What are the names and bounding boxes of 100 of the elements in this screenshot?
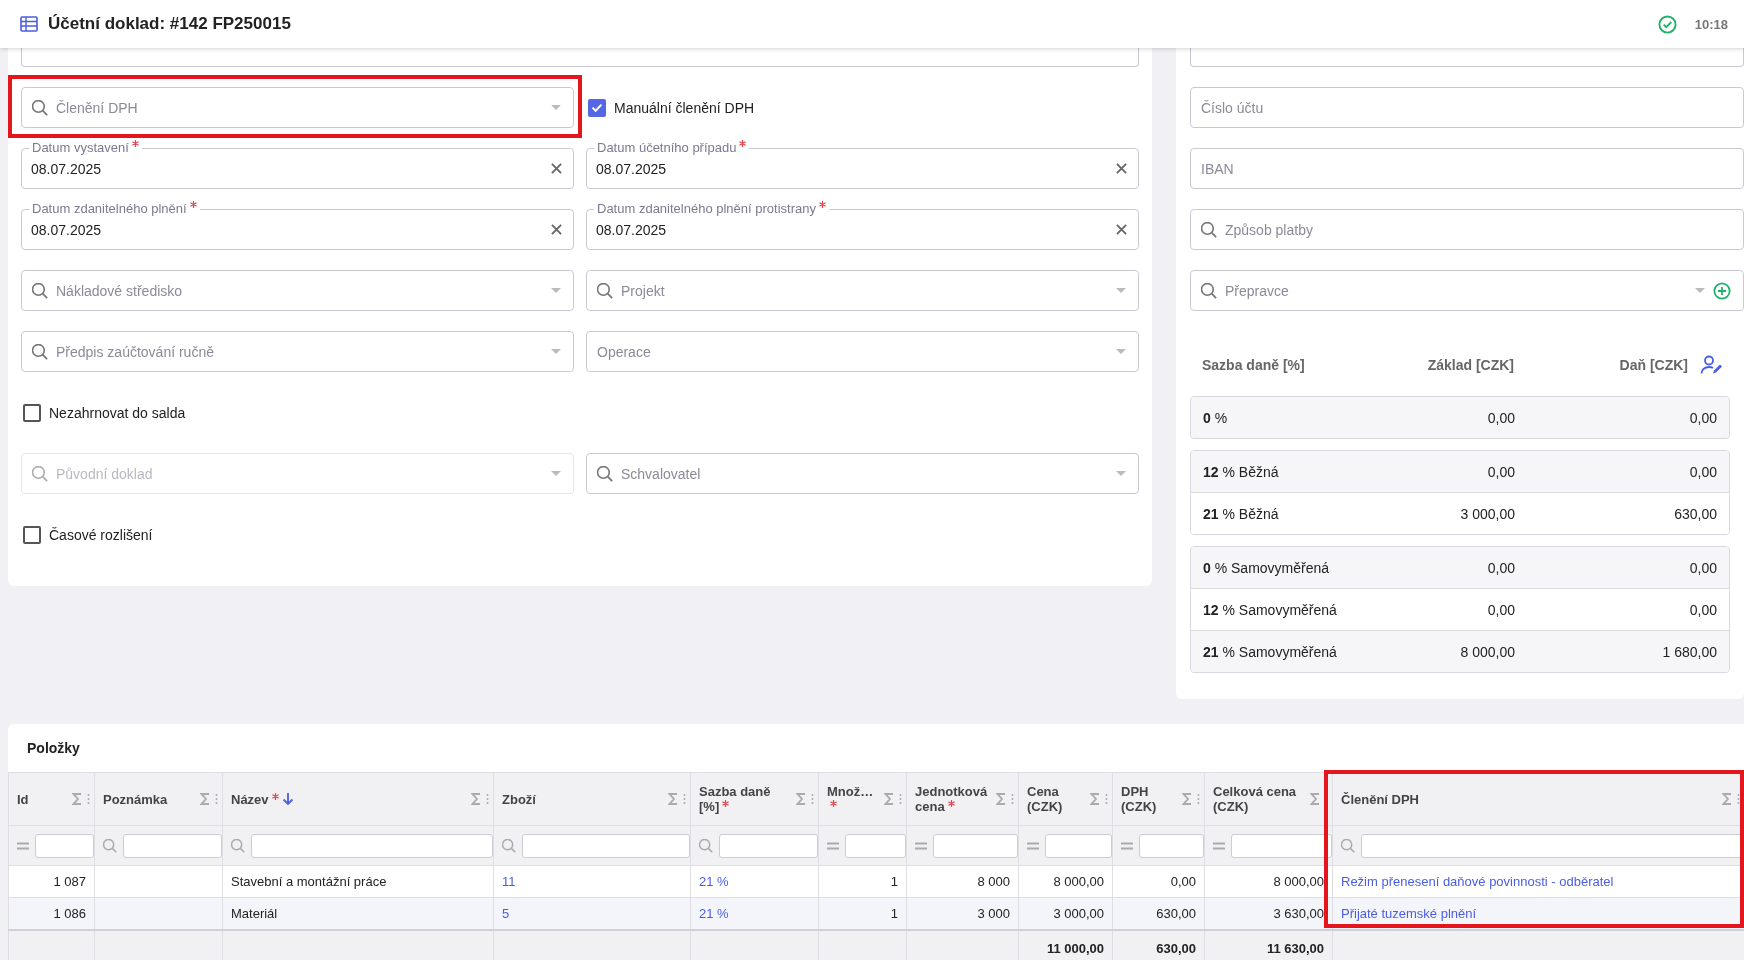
caret-icon[interactable] xyxy=(1116,287,1126,294)
date-field[interactable]: Datum zdanitelného plnění protistrany 08.07.2025 xyxy=(586,200,1139,250)
column-menu-icon[interactable] xyxy=(215,793,218,805)
table-cell: 8 000,00 xyxy=(1273,874,1324,889)
clear-icon[interactable] xyxy=(1116,224,1127,235)
search-field[interactable]: Nákladové středisko xyxy=(21,270,574,311)
table-cell: 1 xyxy=(890,874,898,889)
filter-field[interactable] xyxy=(933,833,1018,858)
search-icon xyxy=(1201,282,1217,299)
date-field[interactable]: Datum účetního případu 08.07.2025 xyxy=(586,139,1139,189)
search-icon xyxy=(32,99,48,116)
search-field[interactable]: Schvalovatel xyxy=(586,453,1139,494)
cell-link[interactable]: Přijaté tuzemské plnění xyxy=(1341,906,1477,921)
sum-icon[interactable] xyxy=(1182,793,1192,805)
caret-icon[interactable] xyxy=(1695,287,1705,294)
column-header[interactable]: DPH (CZK) xyxy=(1112,772,1205,826)
input-field[interactable] xyxy=(21,48,1139,67)
sum-icon[interactable] xyxy=(1722,793,1732,805)
search-field[interactable]: Projekt xyxy=(586,270,1139,311)
column-menu-icon[interactable] xyxy=(811,793,814,805)
table-cell: 630,00 xyxy=(1156,906,1196,921)
column-header[interactable]: Jednotková cena xyxy=(906,772,1019,826)
filter-field[interactable] xyxy=(251,833,493,858)
filter-field[interactable] xyxy=(1231,833,1332,858)
column-header[interactable]: Celková cena (CZK) xyxy=(1204,772,1333,826)
sum-icon[interactable] xyxy=(1090,793,1100,805)
input-field[interactable]: Číslo účtu xyxy=(1190,87,1744,128)
column-header[interactable]: Název xyxy=(222,772,494,826)
checkbox[interactable] xyxy=(23,403,41,422)
user-edit-icon[interactable] xyxy=(1700,355,1724,375)
sort-arrow-icon[interactable] xyxy=(281,791,294,806)
filter-field[interactable] xyxy=(123,833,222,858)
column-total: 11 000,00 xyxy=(1046,940,1104,956)
column-menu-icon[interactable] xyxy=(899,793,902,805)
tax-base: 8 000,00 xyxy=(1459,643,1515,660)
table-cell: 1 087 xyxy=(53,874,86,889)
date-field[interactable]: Datum zdanitelného plnění 08.07.2025 xyxy=(21,200,574,250)
checkbox[interactable] xyxy=(23,525,41,544)
caret-icon[interactable] xyxy=(551,104,561,111)
column-menu-icon[interactable] xyxy=(1737,793,1740,805)
search-field[interactable]: Členění DPH xyxy=(21,87,574,128)
filter-field[interactable] xyxy=(1045,833,1112,858)
select-field[interactable]: Operace xyxy=(586,331,1139,372)
field-label: Datum zdanitelného plnění protistrany xyxy=(597,201,816,217)
column-menu-icon[interactable] xyxy=(1105,793,1108,805)
required-icon xyxy=(722,800,730,807)
column-header[interactable]: Množ… xyxy=(818,772,907,826)
sum-icon[interactable] xyxy=(796,793,806,805)
sum-icon[interactable] xyxy=(996,793,1006,805)
filter-field[interactable] xyxy=(522,833,690,858)
column-header[interactable]: Cena (CZK) xyxy=(1018,772,1113,826)
sum-icon[interactable] xyxy=(200,793,210,805)
column-header[interactable]: Id xyxy=(8,772,95,826)
cell-link[interactable]: 21 % xyxy=(699,906,729,921)
cell-link[interactable]: 11 xyxy=(502,874,516,889)
caret-icon[interactable] xyxy=(1116,470,1126,477)
search-icon xyxy=(32,343,48,360)
caret-icon[interactable] xyxy=(551,287,561,294)
search-field[interactable]: Přepravce xyxy=(1190,270,1744,311)
cell-link[interactable]: 5 xyxy=(502,906,510,921)
date-field[interactable]: Datum vystavení 08.07.2025 xyxy=(21,139,574,189)
tax-amount: 630,00 xyxy=(1673,505,1717,522)
search-field[interactable]: Předpis zaúčtování ručně xyxy=(21,331,574,372)
filter-field[interactable] xyxy=(1139,833,1204,858)
tax-rate: 0 % xyxy=(1202,409,1229,426)
clear-icon[interactable] xyxy=(1116,163,1127,174)
filter-field[interactable] xyxy=(719,833,818,858)
checkbox[interactable] xyxy=(588,98,606,117)
column-header[interactable]: Sazba daně [%] xyxy=(690,772,819,826)
input-field[interactable]: IBAN xyxy=(1190,148,1744,189)
caret-icon[interactable] xyxy=(551,348,561,355)
column-header[interactable]: Poznámka xyxy=(94,772,223,826)
clear-icon[interactable] xyxy=(551,163,562,174)
column-menu-icon[interactable] xyxy=(683,793,686,805)
required-icon xyxy=(271,792,279,800)
column-menu-icon[interactable] xyxy=(1197,793,1200,805)
window-title: Účetní doklad: #142 FP250015 xyxy=(48,14,291,34)
table-cell: 8 000,00 xyxy=(1053,874,1104,889)
tax-amount: 0,00 xyxy=(1688,601,1717,618)
column-menu-icon[interactable] xyxy=(87,793,90,805)
sum-icon[interactable] xyxy=(72,793,82,805)
add-icon[interactable] xyxy=(1713,281,1731,300)
sum-icon[interactable] xyxy=(668,793,678,805)
column-header[interactable]: Zboží xyxy=(493,772,691,826)
sum-icon[interactable] xyxy=(884,793,894,805)
filter-field[interactable] xyxy=(845,833,906,858)
cell-link[interactable]: 21 % xyxy=(699,874,729,889)
tax-base: 0,00 xyxy=(1486,559,1515,576)
column-menu-icon[interactable] xyxy=(486,793,489,805)
search-field[interactable]: Způsob platby xyxy=(1190,209,1744,250)
input-field[interactable] xyxy=(1190,48,1744,67)
filter-field[interactable] xyxy=(35,833,94,858)
clock-time: 10:18 xyxy=(1694,16,1728,32)
field-label: Datum zdanitelného plnění xyxy=(32,201,187,217)
table-cell: 3 000 xyxy=(977,906,1010,921)
sum-icon[interactable] xyxy=(471,793,481,805)
column-menu-icon[interactable] xyxy=(1011,793,1014,805)
sum-icon[interactable] xyxy=(1310,793,1320,805)
clear-icon[interactable] xyxy=(551,224,562,235)
caret-icon[interactable] xyxy=(1116,348,1126,355)
